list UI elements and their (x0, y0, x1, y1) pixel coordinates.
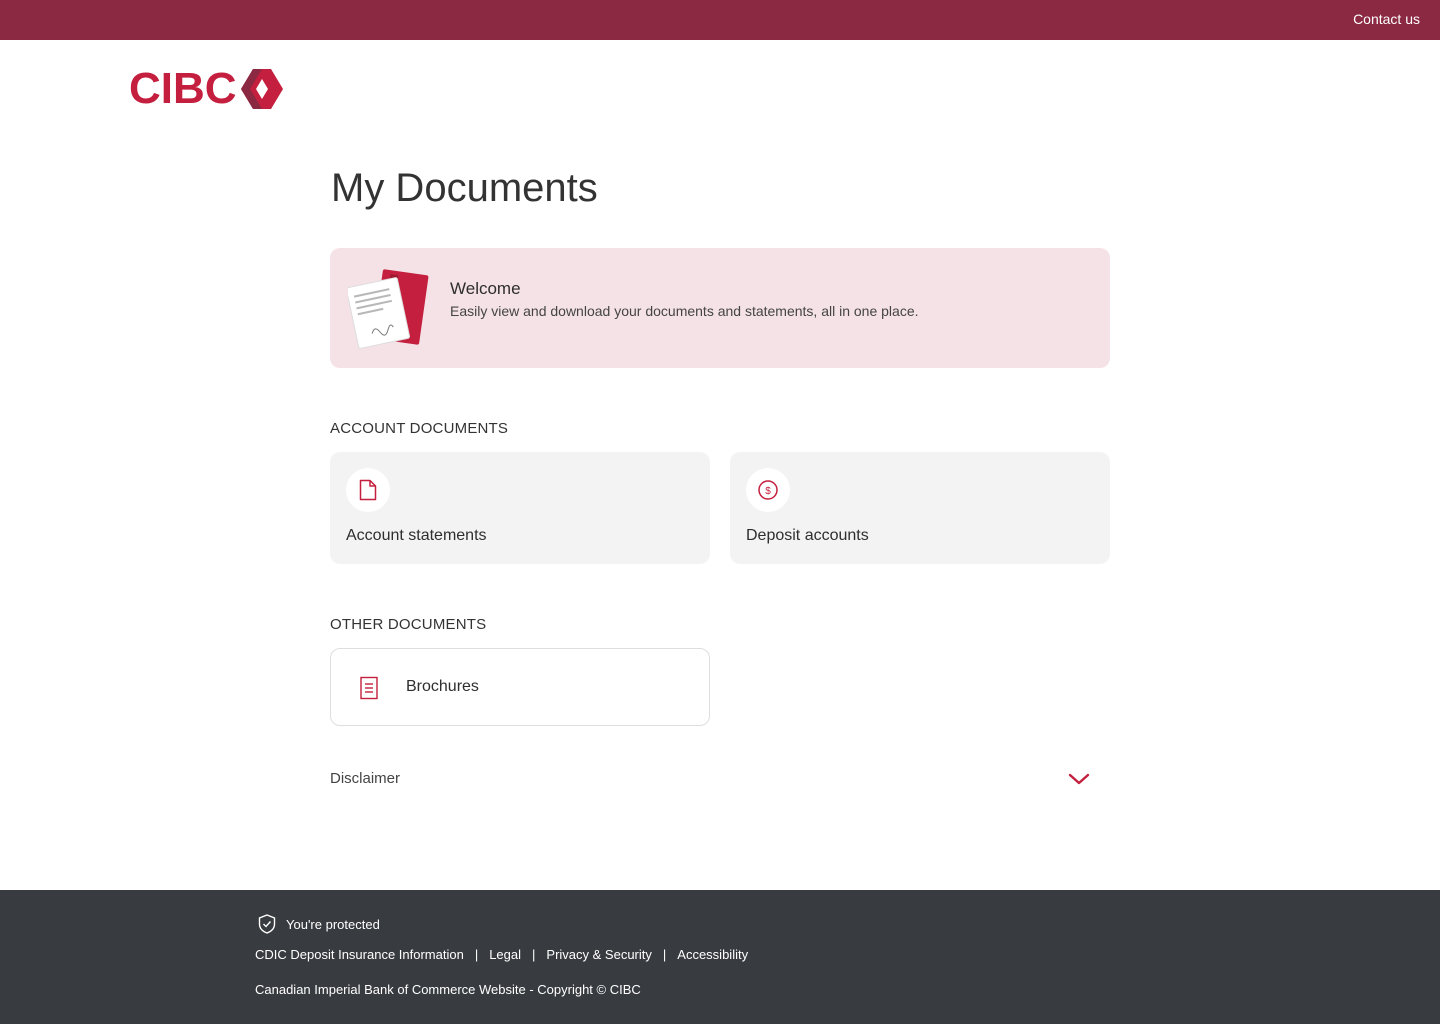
contact-us-link[interactable]: Contact us (1353, 11, 1420, 27)
top-bar: Contact us (0, 0, 1440, 40)
dollar-circle-icon: $ (758, 480, 778, 500)
welcome-title: Welcome (450, 279, 521, 298)
brochures-label: Brochures (406, 678, 479, 695)
icon-circle (346, 468, 390, 512)
accessibility-link[interactable]: Accessibility (677, 947, 748, 962)
footer: You're protected CDIC Deposit Insurance … (0, 890, 1440, 1024)
footer-links: CDIC Deposit Insurance Information | Leg… (255, 947, 748, 962)
icon-circle: $ (746, 468, 790, 512)
shield-icon (258, 914, 276, 934)
youre-protected[interactable]: You're protected (258, 914, 380, 934)
logo-text: CIBC (129, 64, 237, 113)
privacy-security-link[interactable]: Privacy & Security (546, 947, 651, 962)
brochure-icon (360, 676, 378, 700)
account-statements-card[interactable]: Account statements (330, 452, 710, 564)
svg-text:$: $ (765, 486, 771, 497)
brochures-card[interactable]: Brochures (330, 648, 710, 726)
cdic-link[interactable]: CDIC Deposit Insurance Information (255, 947, 464, 962)
account-documents-heading: ACCOUNT DOCUMENTS (330, 420, 509, 437)
page-title: My Documents (331, 166, 598, 210)
youre-protected-label: You're protected (286, 916, 380, 932)
deposit-accounts-label: Deposit accounts (746, 527, 869, 544)
footer-separator: | (474, 947, 479, 962)
welcome-banner: Welcome Easily view and download your do… (330, 248, 1110, 368)
footer-separator: | (662, 947, 667, 962)
deposit-accounts-card[interactable]: $ Deposit accounts (730, 452, 1110, 564)
chevron-down-icon (1068, 773, 1090, 785)
copyright-text: Canadian Imperial Bank of Commerce Websi… (255, 982, 641, 997)
cibc-logo[interactable]: CIBC (129, 66, 285, 112)
legal-link[interactable]: Legal (489, 947, 521, 962)
disclaimer-toggle[interactable]: Disclaimer (330, 760, 1110, 800)
footer-separator: | (532, 947, 536, 962)
account-statements-label: Account statements (346, 527, 487, 544)
document-icon (359, 479, 377, 501)
disclaimer-label: Disclaimer (330, 770, 401, 787)
welcome-description: Easily view and download your documents … (450, 303, 919, 319)
documents-illustration-icon (348, 269, 429, 349)
cibc-logo-mark-icon (240, 69, 283, 109)
other-documents-heading: OTHER DOCUMENTS (330, 616, 487, 633)
